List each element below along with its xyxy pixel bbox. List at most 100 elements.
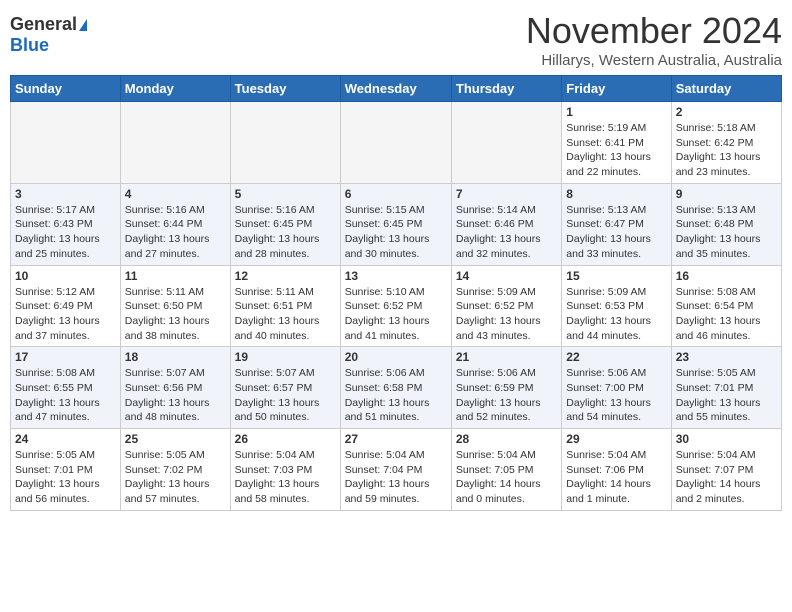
day-info: Sunrise: 5:16 AMSunset: 6:45 PMDaylight:… — [235, 203, 336, 262]
calendar-day-cell: 20 Sunrise: 5:06 AMSunset: 6:58 PMDayligh… — [340, 347, 451, 429]
calendar-day-cell: 5 Sunrise: 5:16 AMSunset: 6:45 PMDaylight… — [230, 183, 340, 265]
calendar-day-cell: 4Sunrise: 5:16 AMSunset: 6:44 PMDaylight… — [120, 183, 230, 265]
day-number: 22 — [566, 350, 666, 364]
calendar-header-row: SundayMondayTuesdayWednesdayThursdayFrid… — [11, 76, 782, 102]
day-info: Sunrise: 5:08 AMSunset: 6:54 PMDaylight:… — [676, 285, 777, 344]
day-info: Sunrise: 5:05 AMSunset: 7:01 PMDaylight:… — [676, 366, 777, 425]
day-info: Sunrise: 5:12 AMSunset: 6:49 PMDaylight:… — [15, 285, 116, 344]
calendar-day-cell: 2 Sunrise: 5:18 AMSunset: 6:42 PMDaylight… — [671, 102, 781, 184]
day-number: 28 — [456, 432, 557, 446]
calendar-day-cell: 24 Sunrise: 5:05 AMSunset: 7:01 PMDayligh… — [11, 429, 121, 511]
day-info: Sunrise: 5:04 AMSunset: 7:03 PMDaylight:… — [235, 448, 336, 507]
calendar-day-cell: 29Sunrise: 5:04 AMSunset: 7:06 PMDayligh… — [562, 429, 671, 511]
calendar-day-cell: 14 Sunrise: 5:09 AMSunset: 6:52 PMDayligh… — [451, 265, 561, 347]
calendar-day-cell: 1Sunrise: 5:19 AMSunset: 6:41 PMDaylight… — [562, 102, 671, 184]
day-number: 20 — [345, 350, 447, 364]
logo: General Blue — [10, 10, 87, 56]
calendar-day-cell: 3Sunrise: 5:17 AMSunset: 6:43 PMDaylight… — [11, 183, 121, 265]
day-info: Sunrise: 5:06 AMSunset: 6:58 PMDaylight:… — [345, 366, 447, 425]
calendar-day-cell: 12 Sunrise: 5:11 AMSunset: 6:51 PMDayligh… — [230, 265, 340, 347]
day-number: 25 — [125, 432, 226, 446]
day-number: 12 — [235, 269, 336, 283]
calendar-day-cell: 9 Sunrise: 5:13 AMSunset: 6:48 PMDaylight… — [671, 183, 781, 265]
day-info: Sunrise: 5:06 AMSunset: 7:00 PMDaylight:… — [566, 366, 666, 425]
calendar-day-cell: 16Sunrise: 5:08 AMSunset: 6:54 PMDayligh… — [671, 265, 781, 347]
day-info: Sunrise: 5:10 AMSunset: 6:52 PMDaylight:… — [345, 285, 447, 344]
calendar-day-cell: 30 Sunrise: 5:04 AMSunset: 7:07 PMDayligh… — [671, 429, 781, 511]
calendar-day-cell: 19Sunrise: 5:07 AMSunset: 6:57 PMDayligh… — [230, 347, 340, 429]
day-info: Sunrise: 5:18 AMSunset: 6:42 PMDaylight:… — [676, 121, 777, 180]
title-section: November 2024 Hillarys, Western Australi… — [526, 10, 782, 69]
day-number: 5 — [235, 187, 336, 201]
day-info: Sunrise: 5:16 AMSunset: 6:44 PMDaylight:… — [125, 203, 226, 262]
calendar-day-cell — [230, 102, 340, 184]
calendar-day-cell: 27Sunrise: 5:04 AMSunset: 7:04 PMDayligh… — [340, 429, 451, 511]
calendar-week-row: 24 Sunrise: 5:05 AMSunset: 7:01 PMDayligh… — [11, 429, 782, 511]
calendar-day-cell — [120, 102, 230, 184]
day-number: 30 — [676, 432, 777, 446]
day-number: 10 — [15, 269, 116, 283]
calendar-day-cell: 23Sunrise: 5:05 AMSunset: 7:01 PMDayligh… — [671, 347, 781, 429]
calendar-day-cell: 10 Sunrise: 5:12 AMSunset: 6:49 PMDayligh… — [11, 265, 121, 347]
weekday-header-tuesday: Tuesday — [230, 76, 340, 102]
day-info: Sunrise: 5:05 AMSunset: 7:01 PMDaylight:… — [15, 448, 116, 507]
calendar-day-cell: 22 Sunrise: 5:06 AMSunset: 7:00 PMDayligh… — [562, 347, 671, 429]
logo-general-text: General — [10, 14, 77, 35]
day-number: 7 — [456, 187, 557, 201]
calendar-week-row: 10 Sunrise: 5:12 AMSunset: 6:49 PMDayligh… — [11, 265, 782, 347]
calendar-day-cell: 21Sunrise: 5:06 AMSunset: 6:59 PMDayligh… — [451, 347, 561, 429]
page-header: General Blue November 2024 Hillarys, Wes… — [10, 10, 782, 69]
day-info: Sunrise: 5:04 AMSunset: 7:06 PMDaylight:… — [566, 448, 666, 507]
calendar-day-cell: 13 Sunrise: 5:10 AMSunset: 6:52 PMDayligh… — [340, 265, 451, 347]
day-info: Sunrise: 5:13 AMSunset: 6:47 PMDaylight:… — [566, 203, 666, 262]
day-info: Sunrise: 5:11 AMSunset: 6:51 PMDaylight:… — [235, 285, 336, 344]
location-subtitle: Hillarys, Western Australia, Australia — [526, 52, 782, 69]
calendar-table: SundayMondayTuesdayWednesdayThursdayFrid… — [10, 75, 782, 511]
day-info: Sunrise: 5:07 AMSunset: 6:56 PMDaylight:… — [125, 366, 226, 425]
weekday-header-friday: Friday — [562, 76, 671, 102]
day-number: 11 — [125, 269, 226, 283]
calendar-day-cell: 8Sunrise: 5:13 AMSunset: 6:47 PMDaylight… — [562, 183, 671, 265]
day-number: 21 — [456, 350, 557, 364]
day-info: Sunrise: 5:14 AMSunset: 6:46 PMDaylight:… — [456, 203, 557, 262]
day-info: Sunrise: 5:11 AMSunset: 6:50 PMDaylight:… — [125, 285, 226, 344]
day-info: Sunrise: 5:04 AMSunset: 7:05 PMDaylight:… — [456, 448, 557, 507]
calendar-day-cell: 25 Sunrise: 5:05 AMSunset: 7:02 PMDayligh… — [120, 429, 230, 511]
day-number: 15 — [566, 269, 666, 283]
day-number: 3 — [15, 187, 116, 201]
day-number: 6 — [345, 187, 447, 201]
day-number: 2 — [676, 105, 777, 119]
day-number: 13 — [345, 269, 447, 283]
day-number: 24 — [15, 432, 116, 446]
day-info: Sunrise: 5:07 AMSunset: 6:57 PMDaylight:… — [235, 366, 336, 425]
day-number: 26 — [235, 432, 336, 446]
calendar-day-cell: 7 Sunrise: 5:14 AMSunset: 6:46 PMDaylight… — [451, 183, 561, 265]
day-info: Sunrise: 5:08 AMSunset: 6:55 PMDaylight:… — [15, 366, 116, 425]
day-number: 17 — [15, 350, 116, 364]
calendar-day-cell: 15 Sunrise: 5:09 AMSunset: 6:53 PMDayligh… — [562, 265, 671, 347]
day-info: Sunrise: 5:09 AMSunset: 6:52 PMDaylight:… — [456, 285, 557, 344]
calendar-day-cell: 26 Sunrise: 5:04 AMSunset: 7:03 PMDayligh… — [230, 429, 340, 511]
weekday-header-monday: Monday — [120, 76, 230, 102]
weekday-header-sunday: Sunday — [11, 76, 121, 102]
calendar-day-cell — [11, 102, 121, 184]
day-info: Sunrise: 5:05 AMSunset: 7:02 PMDaylight:… — [125, 448, 226, 507]
calendar-week-row: 1Sunrise: 5:19 AMSunset: 6:41 PMDaylight… — [11, 102, 782, 184]
day-number: 18 — [125, 350, 226, 364]
calendar-day-cell: 17 Sunrise: 5:08 AMSunset: 6:55 PMDayligh… — [11, 347, 121, 429]
day-info: Sunrise: 5:04 AMSunset: 7:07 PMDaylight:… — [676, 448, 777, 507]
calendar-day-cell: 11 Sunrise: 5:11 AMSunset: 6:50 PMDayligh… — [120, 265, 230, 347]
day-number: 9 — [676, 187, 777, 201]
day-info: Sunrise: 5:09 AMSunset: 6:53 PMDaylight:… — [566, 285, 666, 344]
day-number: 14 — [456, 269, 557, 283]
day-info: Sunrise: 5:15 AMSunset: 6:45 PMDaylight:… — [345, 203, 447, 262]
day-info: Sunrise: 5:13 AMSunset: 6:48 PMDaylight:… — [676, 203, 777, 262]
calendar-week-row: 17 Sunrise: 5:08 AMSunset: 6:55 PMDayligh… — [11, 347, 782, 429]
weekday-header-saturday: Saturday — [671, 76, 781, 102]
weekday-header-thursday: Thursday — [451, 76, 561, 102]
day-info: Sunrise: 5:19 AMSunset: 6:41 PMDaylight:… — [566, 121, 666, 180]
calendar-day-cell: 6 Sunrise: 5:15 AMSunset: 6:45 PMDaylight… — [340, 183, 451, 265]
day-number: 27 — [345, 432, 447, 446]
logo-blue-text: Blue — [10, 35, 49, 56]
calendar-day-cell: 18 Sunrise: 5:07 AMSunset: 6:56 PMDayligh… — [120, 347, 230, 429]
